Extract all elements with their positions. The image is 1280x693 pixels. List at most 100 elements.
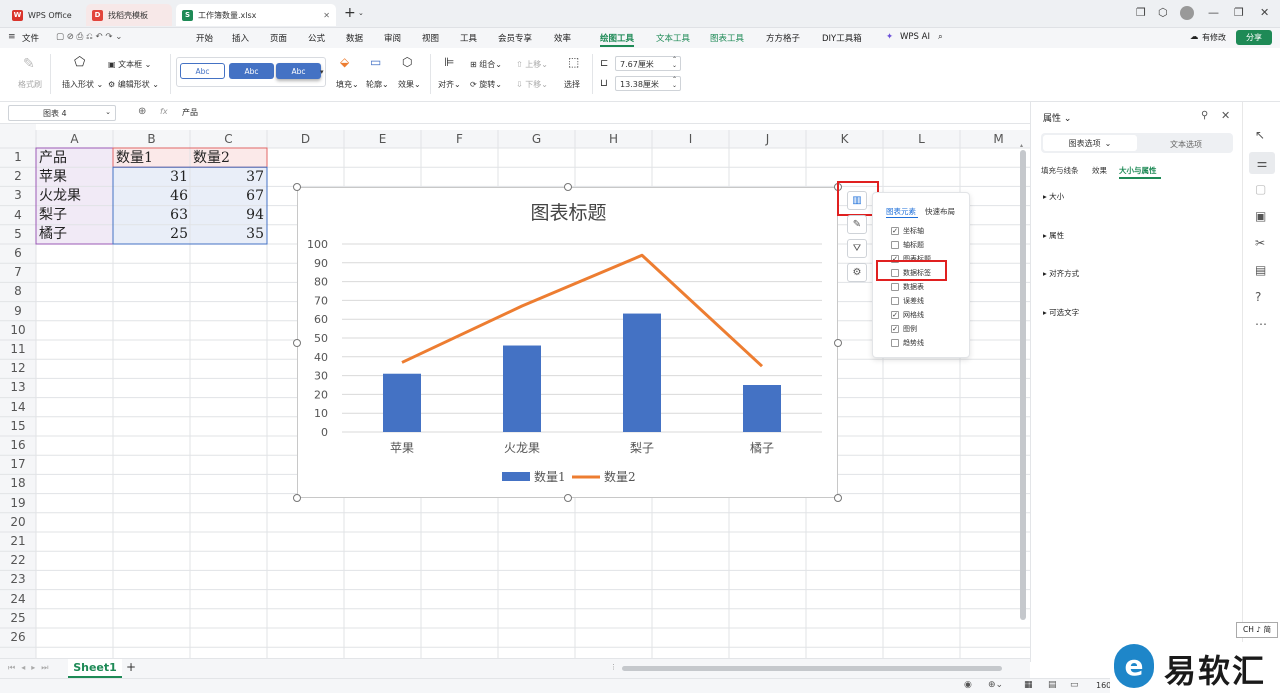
row-header-2[interactable]: 2 — [0, 167, 36, 186]
scroll-up-icon[interactable]: ▴ — [1020, 142, 1023, 149]
spinner-icon[interactable]: ⌃ ⌄ — [672, 77, 677, 89]
checkbox-unchecked[interactable] — [891, 283, 899, 291]
checkbox-row[interactable]: 误差线 — [891, 296, 924, 306]
cell-b3[interactable]: 46 — [150, 187, 188, 206]
resize-handle-sw[interactable] — [293, 494, 301, 502]
share-button[interactable]: 分享 — [1236, 30, 1272, 45]
column-header-h[interactable]: H — [575, 130, 652, 148]
select-button[interactable]: 选择 — [564, 79, 580, 90]
subtab-fill-line[interactable]: 填充与线条 — [1041, 165, 1079, 176]
checkbox-checked[interactable]: ✓ — [891, 311, 899, 319]
move-up-button[interactable]: ⇧ 上移⌄ — [516, 59, 548, 70]
column-header-i[interactable]: I — [652, 130, 729, 148]
spinner-icon[interactable]: ⌃ ⌄ — [672, 57, 677, 69]
image-icon[interactable]: ▣ — [1255, 209, 1266, 223]
checkbox-checked[interactable]: ✓ — [891, 227, 899, 235]
shape-style-outline[interactable]: Abc — [180, 63, 225, 79]
chart-style-button[interactable]: ✎ — [847, 215, 867, 234]
row-header-1[interactable]: 1 — [0, 148, 36, 167]
row-header-24[interactable]: 24 — [0, 590, 36, 609]
sheet-tab-sheet1[interactable]: Sheet1 — [68, 659, 122, 678]
chart-filter-button[interactable]: ⛛ — [847, 239, 867, 258]
row-header-5[interactable]: 5 — [0, 225, 36, 244]
menu-review[interactable]: 审阅 — [384, 32, 401, 44]
fill-button[interactable]: 填充⌄ — [336, 79, 359, 90]
row-header-10[interactable]: 10 — [0, 321, 36, 340]
edit-shape-button[interactable]: ⚙ 编辑形状 ⌄ — [108, 79, 159, 90]
subtab-effect[interactable]: 效果 — [1092, 165, 1107, 176]
close-panel-icon[interactable]: ✕ — [1221, 109, 1230, 122]
menu-page[interactable]: 页面 — [270, 32, 287, 44]
hamburger-icon[interactable]: ≡ — [8, 32, 16, 42]
cell-a1[interactable]: 产品 — [39, 149, 67, 168]
resize-handle-nw[interactable] — [293, 183, 301, 191]
avatar[interactable] — [1180, 6, 1194, 20]
resize-handle-e[interactable] — [834, 339, 842, 347]
height-input[interactable]: 7.67厘米 ⌃ ⌄ — [615, 56, 681, 71]
cell-c4[interactable]: 94 — [226, 206, 264, 225]
menu-formula[interactable]: 公式 — [308, 32, 325, 44]
menu-file[interactable]: 文件 — [22, 32, 39, 44]
row-header-18[interactable]: 18 — [0, 474, 36, 493]
zoom-level[interactable]: 160 — [1096, 681, 1111, 690]
bar-3[interactable] — [623, 313, 661, 432]
maximize-icon[interactable]: ❐ — [1234, 6, 1244, 19]
chevron-down-icon[interactable]: ⌄ — [358, 9, 364, 17]
column-header-j[interactable]: J — [729, 130, 806, 148]
column-header-c[interactable]: C — [190, 130, 267, 148]
tab-chart-options[interactable]: 图表选项 ⌄ — [1043, 135, 1137, 151]
row-header-19[interactable]: 19 — [0, 494, 36, 513]
focus-icon[interactable]: ⊕⌄ — [988, 680, 1003, 690]
cursor-icon[interactable]: ↖ — [1255, 128, 1265, 142]
format-brush-button[interactable]: 格式刷 — [18, 79, 42, 90]
page-icon[interactable]: ▢ — [1255, 182, 1266, 196]
shape-style-filled[interactable]: Abc — [229, 63, 274, 79]
checkbox-unchecked[interactable] — [891, 297, 899, 305]
tab-quick-layout[interactable]: 快速布局 — [925, 206, 955, 217]
zoom-icon[interactable]: ⊕ — [138, 106, 146, 117]
subtab-size-property[interactable]: 大小与属性 — [1119, 165, 1157, 176]
section-align[interactable]: ▸ 对齐方式 — [1043, 268, 1079, 279]
chart-object[interactable]: 图表标题 0 10 20 30 40 50 60 70 80 90 100 苹果 火龙果 梨子 橘子 数量1 数… — [297, 187, 838, 498]
cell-c2[interactable]: 37 — [226, 168, 264, 187]
ime-indicator[interactable]: CH ♪ 简 — [1236, 622, 1278, 638]
sliders-icon[interactable]: ⚌ — [1249, 152, 1275, 174]
tools-icon[interactable]: ✂ — [1255, 236, 1265, 250]
rotate-button[interactable]: ⟳ 旋转⌄ — [470, 79, 502, 90]
cell-b5[interactable]: 25 — [150, 225, 188, 244]
align-button[interactable]: 对齐⌄ — [438, 79, 461, 90]
legend-label-2[interactable]: 数量2 — [604, 469, 636, 484]
row-header-13[interactable]: 13 — [0, 378, 36, 397]
menu-efficiency[interactable]: 效率 — [554, 32, 571, 44]
normal-view-icon[interactable]: ▦ — [1024, 680, 1033, 690]
break-view-icon[interactable]: ▭ — [1070, 680, 1079, 690]
panel-title[interactable]: 属性 ⌄ — [1043, 111, 1071, 124]
column-header-e[interactable]: E — [344, 130, 421, 148]
vertical-scrollbar[interactable] — [1020, 150, 1026, 620]
resize-handle-n[interactable] — [564, 183, 572, 191]
checkbox-row[interactable]: ✓ 网格线 — [891, 310, 924, 320]
row-header-16[interactable]: 16 — [0, 436, 36, 455]
row-header-20[interactable]: 20 — [0, 513, 36, 532]
tab-wps-office[interactable]: W WPS Office — [6, 4, 82, 26]
menu-diy[interactable]: DIY工具箱 — [822, 32, 862, 44]
row-header-26[interactable]: 26 — [0, 628, 36, 647]
row-header-21[interactable]: 21 — [0, 532, 36, 551]
width-input[interactable]: 13.38厘米 ⌃ ⌄ — [615, 76, 681, 91]
tab-text-options[interactable]: 文本选项 — [1141, 139, 1231, 150]
new-tab-icon[interactable]: + — [344, 5, 356, 21]
outline-button[interactable]: 轮廓⌄ — [366, 79, 389, 90]
row-header-12[interactable]: 12 — [0, 359, 36, 378]
cell-c1[interactable]: 数量2 — [193, 149, 230, 168]
cell-c5[interactable]: 35 — [226, 225, 264, 244]
menu-insert[interactable]: 插入 — [232, 32, 249, 44]
menu-chart-tools[interactable]: 图表工具 — [710, 32, 744, 44]
horizontal-scrollbar[interactable] — [622, 666, 1002, 671]
cell-b1[interactable]: 数量1 — [116, 149, 153, 168]
window-restore-icon[interactable]: ❐ — [1136, 6, 1146, 19]
row-header-6[interactable]: 6 — [0, 244, 36, 263]
page-view-icon[interactable]: ▤ — [1048, 680, 1057, 690]
resize-handle-se[interactable] — [834, 494, 842, 502]
row-header-7[interactable]: 7 — [0, 263, 36, 282]
checkbox-row[interactable]: 数据表 — [891, 282, 924, 292]
